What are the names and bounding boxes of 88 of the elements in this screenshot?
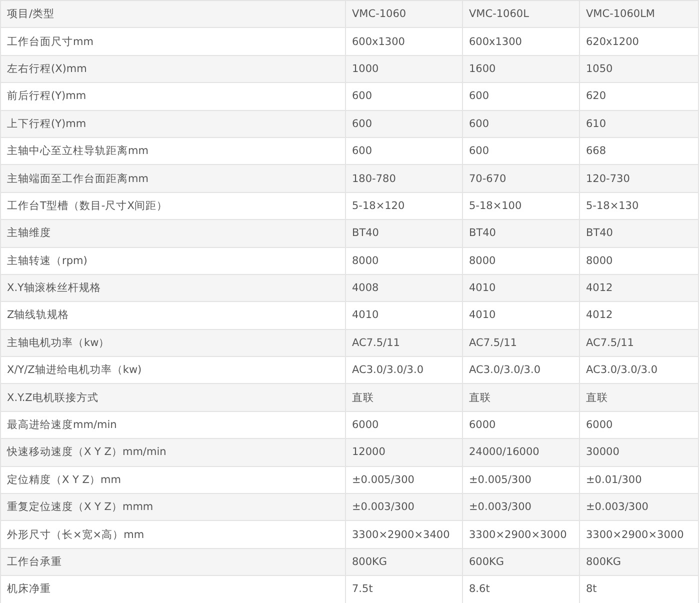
table-cell: 800KG xyxy=(352,556,388,568)
table-cell: 5-18×120 xyxy=(352,200,405,212)
table-cell: BT40 xyxy=(469,227,496,240)
table-cell: 工作台面尺寸mm xyxy=(7,36,94,48)
table-cell: 6000 xyxy=(586,419,613,432)
table-cell: 1000 xyxy=(352,62,379,75)
table-cell: 4008 xyxy=(352,282,379,294)
table-cell: 600x1300 xyxy=(469,36,522,48)
table-cell: 快速移动速度（X Y Z）mm/min xyxy=(7,446,166,458)
table-cell: 机床净重 xyxy=(7,583,51,596)
table-cell: 120-730 xyxy=(586,172,630,185)
table-cell: 工作台T型槽（数目-尺寸X间距） xyxy=(7,200,168,212)
table-cell: AC3.0/3.0/3.0 xyxy=(352,364,424,376)
table-cell: 600 xyxy=(469,145,490,158)
table-cell: 主轴端面至工作台面距离mm xyxy=(7,172,148,185)
table-cell: BT40 xyxy=(586,227,613,240)
table-cell: 重复定位速度（X Y Z）mmm xyxy=(7,501,154,514)
table-cell: 直联 xyxy=(469,392,491,404)
table-cell: 1050 xyxy=(586,62,613,75)
table-cell: 3300×2900×3000 xyxy=(586,528,684,541)
table-cell: 800KG xyxy=(586,556,622,568)
table-cell: 8.6t xyxy=(469,583,490,596)
table-cell: ±0.005/300 xyxy=(469,474,532,486)
table-cell: 主轴维度 xyxy=(7,227,51,240)
table-cell: 4010 xyxy=(352,309,379,322)
table-cell: 70-670 xyxy=(469,172,506,185)
table-cell: 30000 xyxy=(586,446,620,458)
table-cell: 24000/16000 xyxy=(469,446,540,458)
table-cell: ±0.003/300 xyxy=(352,501,414,514)
table-cell: AC7.5/11 xyxy=(352,336,400,349)
table-cell: 4010 xyxy=(469,309,496,322)
table-cell: AC7.5/11 xyxy=(469,336,517,349)
table-cell: 610 xyxy=(586,118,606,130)
table-cell: 主轴转速（rpm) xyxy=(7,254,88,267)
table-cell: 620x1200 xyxy=(586,36,639,48)
table-cell: 620 xyxy=(586,90,606,102)
table-cell: 1600 xyxy=(469,62,496,75)
table-cell: 4010 xyxy=(469,282,496,294)
table-cell: 600KG xyxy=(469,556,504,568)
table-cell: 8000 xyxy=(469,254,496,267)
table-cell: 12000 xyxy=(352,446,386,458)
table-cell: 180-780 xyxy=(352,172,396,185)
table-cell: 定位精度（X Y Z）mm xyxy=(7,474,121,486)
table-cell: 8000 xyxy=(586,254,613,267)
table-cell: 6000 xyxy=(469,419,496,432)
table-cell: 主轴电机功率（kw） xyxy=(7,336,110,349)
table-cell: AC3.0/3.0/3.0 xyxy=(469,364,541,376)
table-cell: 8t xyxy=(586,583,597,596)
table-cell: 600 xyxy=(352,90,372,102)
column-header: VMC-1060L xyxy=(469,8,529,20)
column-header: 项目/类型 xyxy=(7,8,55,20)
table-cell: 最高进给速度mm/min xyxy=(7,419,117,432)
column-header: VMC-1060 xyxy=(352,8,406,20)
table-cell: X.Y.Z电机联接方式 xyxy=(7,392,98,404)
table-cell: 3300×2900×3000 xyxy=(469,528,567,541)
table-cell: 600x1300 xyxy=(352,36,405,48)
table-cell: X/Y/Z轴进给电机功率（kw) xyxy=(7,364,142,376)
table-cell: 外形尺寸（长×宽×高）mm xyxy=(7,528,144,541)
table-cell: 600 xyxy=(352,145,372,158)
table-cell: 6000 xyxy=(352,419,379,432)
table-cell: BT40 xyxy=(352,227,379,240)
table-cell: 5-18×130 xyxy=(586,200,639,212)
table-cell: 3300×2900×3400 xyxy=(352,528,450,541)
table-cell: X.Y轴滚株丝杆规格 xyxy=(7,282,101,294)
table-cell: 600 xyxy=(469,118,490,130)
table-cell: 7.5t xyxy=(352,583,373,596)
table-cell: 前后行程(Y)mm xyxy=(7,90,86,102)
column-header: VMC-1060LM xyxy=(586,8,655,20)
table-cell: 上下行程(Y)mm xyxy=(7,118,86,130)
table-cell: 600 xyxy=(469,90,490,102)
table-cell: 4012 xyxy=(586,309,613,322)
table-cell: ±0.003/300 xyxy=(586,501,648,514)
table-cell: ±0.003/300 xyxy=(469,501,532,514)
table-cell: 668 xyxy=(586,145,606,158)
table-cell: 工作台承重 xyxy=(7,556,62,568)
table-cell: 直联 xyxy=(586,392,608,404)
table-cell: AC7.5/11 xyxy=(586,336,634,349)
table-cell: ±0.005/300 xyxy=(352,474,414,486)
table-cell: 左右行程(X)mm xyxy=(7,62,87,75)
table-cell: 600 xyxy=(352,118,372,130)
table-cell: AC3.0/3.0/3.0 xyxy=(586,364,658,376)
table-cell: Z轴线轨规格 xyxy=(7,309,70,322)
table-cell: 4012 xyxy=(586,282,613,294)
table-cell: ±0.01/300 xyxy=(586,474,642,486)
table-cell: 直联 xyxy=(352,392,374,404)
table-cell: 8000 xyxy=(352,254,379,267)
table-cell: 主轴中心至立柱导轨距离mm xyxy=(7,145,148,158)
table-cell: 5-18×100 xyxy=(469,200,522,212)
